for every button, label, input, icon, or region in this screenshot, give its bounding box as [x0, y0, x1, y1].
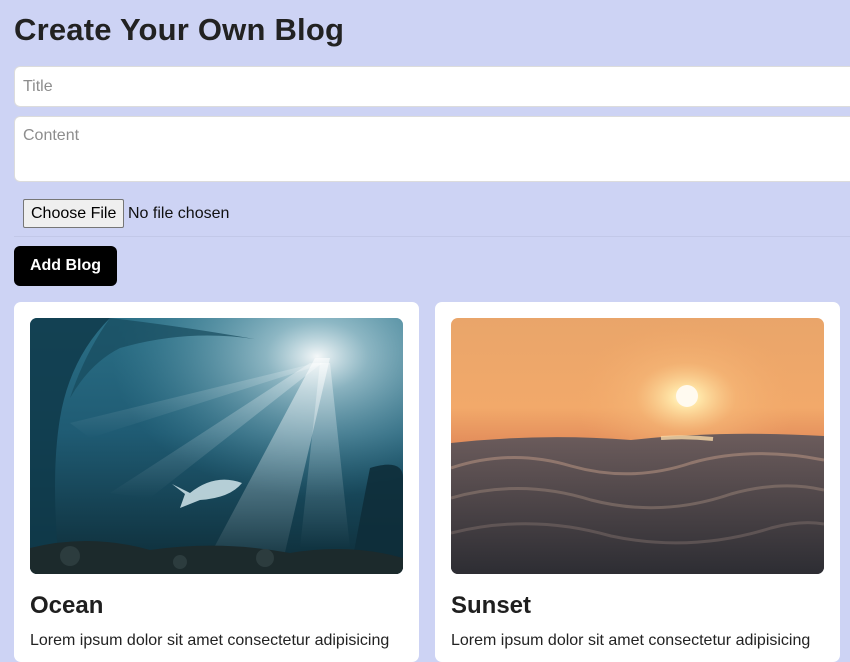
- sunset-image: [451, 318, 824, 574]
- add-blog-button[interactable]: Add Blog: [14, 246, 117, 286]
- underwater-ocean-image: [30, 318, 403, 574]
- file-status-text: No file chosen: [128, 205, 230, 222]
- card-text: Lorem ipsum dolor sit amet consectetur a…: [451, 632, 811, 649]
- page-title: Create Your Own Blog: [14, 12, 345, 47]
- blog-card-sunset: Sunset Lorem ipsum dolor sit amet consec…: [435, 302, 840, 662]
- card-title: Ocean: [30, 592, 104, 619]
- file-upload-row: Choose File No file chosen: [14, 190, 850, 237]
- choose-file-button[interactable]: Choose File: [23, 199, 125, 228]
- ocean-image: [30, 318, 403, 574]
- blog-card-ocean: Ocean Lorem ipsum dolor sit amet consect…: [14, 302, 419, 662]
- title-input[interactable]: [14, 66, 850, 107]
- card-text: Lorem ipsum dolor sit amet consectetur a…: [30, 632, 390, 649]
- sunset-over-sea-image: [451, 318, 824, 574]
- content-input[interactable]: [14, 116, 850, 182]
- card-title: Sunset: [451, 592, 532, 619]
